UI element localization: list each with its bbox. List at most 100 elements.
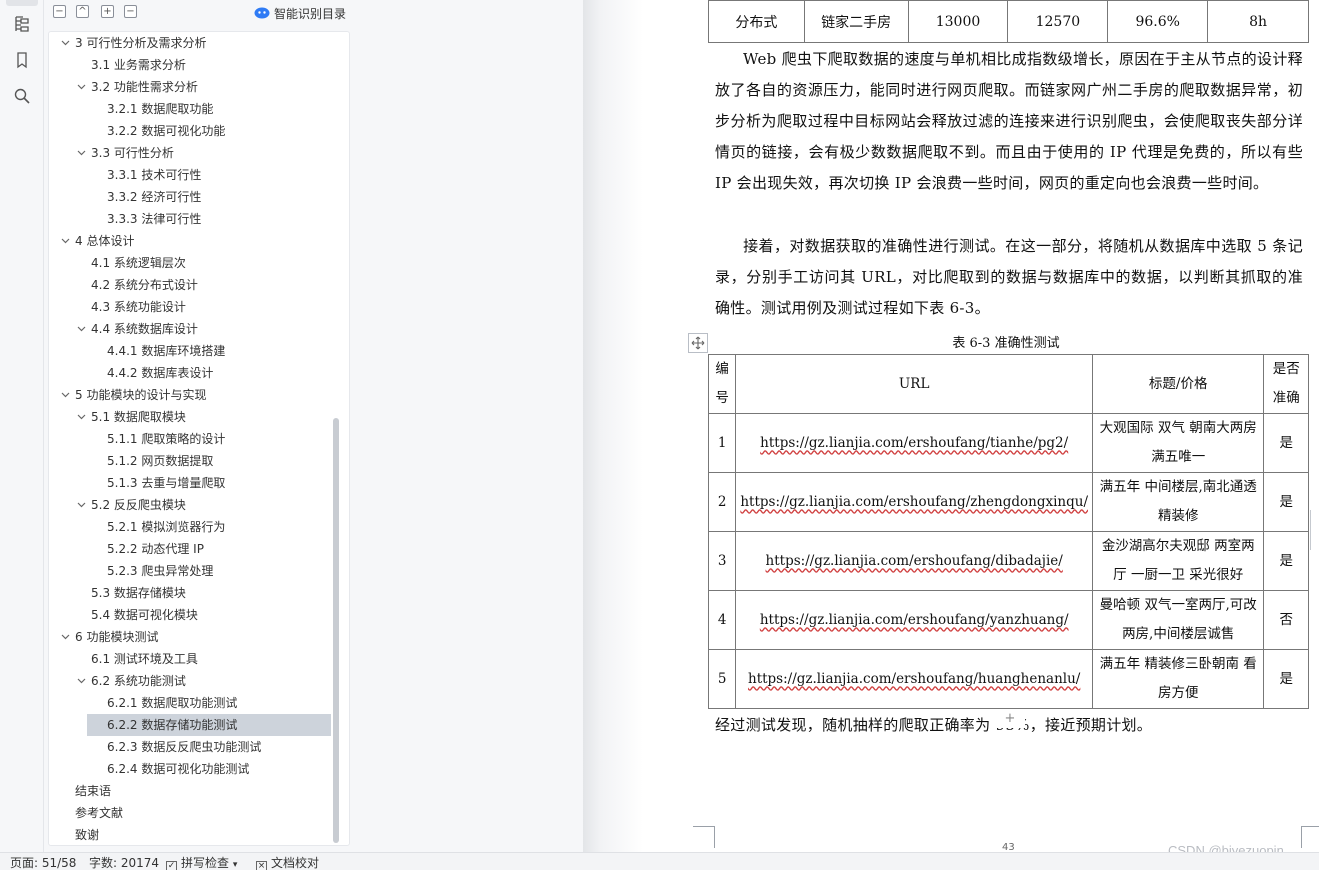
url-link[interactable]: https://gz.lianjia.com/ershoufang/dibada… bbox=[766, 553, 1063, 569]
toc-item[interactable]: 4.4.2 数据库表设计 bbox=[49, 362, 349, 384]
outline-icon[interactable] bbox=[9, 11, 35, 37]
toc-item[interactable]: 6.2.1 数据爬取功能测试 bbox=[49, 692, 349, 714]
table-cell[interactable]: 曼哈顿 双气一室两厅,可改两房,中间楼层诚售 bbox=[1091, 590, 1265, 650]
toc-item[interactable]: 5.2 反反爬虫模块 bbox=[49, 494, 349, 516]
doc-proof-button[interactable]: × 文档校对 bbox=[256, 855, 319, 870]
chevron-down-icon[interactable] bbox=[75, 318, 87, 340]
body-paragraph[interactable]: Web 爬虫下爬取数据的速度与单机相比成指数级增长，原因在于主从节点的设计释放了… bbox=[715, 44, 1303, 199]
toc-item[interactable]: 5.1 数据爬取模块 bbox=[49, 406, 349, 428]
toc-item[interactable]: 3.2.2 数据可视化功能 bbox=[49, 120, 349, 142]
toc-item[interactable]: 4 总体设计 bbox=[49, 230, 349, 252]
table-cell[interactable]: 13000 bbox=[907, 0, 1009, 43]
table-cell[interactable]: 96.6% bbox=[1107, 0, 1209, 43]
toc-item[interactable]: 致谢 bbox=[49, 824, 349, 845]
page-counter[interactable]: 页面: 51/58 bbox=[10, 855, 76, 870]
toc-item[interactable]: 3 可行性分析及需求分析 bbox=[49, 32, 349, 54]
table-move-handle[interactable] bbox=[688, 333, 708, 353]
table-cell[interactable]: 8h bbox=[1207, 0, 1309, 43]
url-link[interactable]: https://gz.lianjia.com/ershoufang/yanzhu… bbox=[760, 612, 1069, 628]
table-cell[interactable]: 是 bbox=[1263, 472, 1309, 532]
table-cell[interactable]: https://gz.lianjia.com/ershoufang/huangh… bbox=[735, 649, 1093, 709]
chevron-down-icon[interactable] bbox=[59, 626, 71, 648]
table-cell[interactable]: 3 bbox=[707, 531, 737, 591]
toc-scrollbar[interactable] bbox=[333, 418, 339, 843]
toc-item[interactable]: 5.4 数据可视化模块 bbox=[49, 604, 349, 626]
toc-item[interactable]: 3.2.1 数据爬取功能 bbox=[49, 98, 349, 120]
expand-up-button[interactable]: ^ bbox=[76, 5, 89, 18]
toc-item[interactable]: 6.2.3 数据反反爬虫功能测试 bbox=[49, 736, 349, 758]
table-cell[interactable]: 满五年 精装修三卧朝南 看房方便 bbox=[1091, 649, 1265, 709]
table-cell[interactable]: https://gz.lianjia.com/ershoufang/tianhe… bbox=[735, 413, 1093, 473]
table-cell[interactable]: 是 bbox=[1263, 649, 1309, 709]
toc-item[interactable]: 5.1.3 去重与增量爬取 bbox=[49, 472, 349, 494]
smart-toc-button[interactable]: 智能识别目录 bbox=[254, 4, 346, 22]
chevron-down-icon[interactable] bbox=[59, 230, 71, 252]
table-cell[interactable]: 链家二手房 bbox=[803, 0, 909, 43]
body-paragraph[interactable]: 接着，对数据获取的准确性进行测试。在这一部分，将随机从数据库中选取 5 条记录，… bbox=[715, 231, 1303, 324]
search-icon[interactable] bbox=[9, 83, 35, 109]
url-link[interactable]: https://gz.lianjia.com/ershoufang/zhengd… bbox=[740, 494, 1088, 510]
table-cell[interactable]: 2 bbox=[707, 472, 737, 532]
table-cell[interactable]: 大观国际 双气 朝南大两房 满五唯一 bbox=[1091, 413, 1265, 473]
table-cell[interactable]: 是 bbox=[1263, 531, 1309, 591]
right-edge-handle[interactable] bbox=[1310, 510, 1319, 550]
table-cell[interactable]: 12570 bbox=[1007, 0, 1109, 43]
header-cell[interactable]: 是否准确 bbox=[1263, 354, 1309, 414]
toc-item[interactable]: 6.2.4 数据可视化功能测试 bbox=[49, 758, 349, 780]
chevron-down-icon[interactable] bbox=[75, 494, 87, 516]
toc-item[interactable]: 4.4 系统数据库设计 bbox=[49, 318, 349, 340]
toc-item[interactable]: 3.1 业务需求分析 bbox=[49, 54, 349, 76]
toc-item[interactable]: 5.1.1 爬取策略的设计 bbox=[49, 428, 349, 450]
table-cell[interactable]: 金沙湖高尔夫观邸 两室两厅 一厨一卫 采光很好 bbox=[1091, 531, 1265, 591]
toc-item[interactable]: 6.2.2 数据存储功能测试 bbox=[87, 714, 331, 736]
toc-item[interactable]: 4.2 系统分布式设计 bbox=[49, 274, 349, 296]
add-heading-button[interactable]: + bbox=[101, 5, 114, 18]
toc-item[interactable]: 4.3 系统功能设计 bbox=[49, 296, 349, 318]
toc-item[interactable]: 3.2 功能性需求分析 bbox=[49, 76, 349, 98]
bookmark-icon[interactable] bbox=[9, 47, 35, 73]
header-cell[interactable]: 标题/价格 bbox=[1091, 354, 1265, 414]
toc-item[interactable]: 3.3.1 技术可行性 bbox=[49, 164, 349, 186]
word-count[interactable]: 字数: 20174 bbox=[89, 855, 159, 870]
table-cell[interactable]: 5 bbox=[707, 649, 737, 709]
chevron-down-icon[interactable] bbox=[59, 384, 71, 406]
chevron-down-icon[interactable] bbox=[59, 32, 71, 54]
chevron-down-icon[interactable] bbox=[75, 142, 87, 164]
toc-item[interactable]: 5.1.2 网页数据提取 bbox=[49, 450, 349, 472]
toc-item[interactable]: 5.3 数据存储模块 bbox=[49, 582, 349, 604]
chevron-down-icon[interactable] bbox=[75, 670, 87, 692]
url-link[interactable]: https://gz.lianjia.com/ershoufang/huangh… bbox=[748, 671, 1080, 687]
chevron-down-icon[interactable] bbox=[75, 406, 87, 428]
table-cell[interactable]: 分布式 bbox=[708, 0, 805, 43]
toc-item[interactable]: 结束语 bbox=[49, 780, 349, 802]
toc-item[interactable]: 6.1 测试环境及工具 bbox=[49, 648, 349, 670]
table-cell[interactable]: 1 bbox=[707, 413, 737, 473]
header-cell[interactable]: 编号 bbox=[707, 354, 737, 414]
toc-item[interactable]: 5.2.2 动态代理 IP bbox=[49, 538, 349, 560]
toc-item[interactable]: 5.2.1 模拟浏览器行为 bbox=[49, 516, 349, 538]
remove-heading-button[interactable]: − bbox=[124, 5, 137, 18]
toc-item[interactable]: 4.4.1 数据库环境搭建 bbox=[49, 340, 349, 362]
collapse-all-button[interactable]: − bbox=[53, 5, 66, 18]
toc-item[interactable]: 6.2 系统功能测试 bbox=[49, 670, 349, 692]
toc-item[interactable]: 3.3.2 经济可行性 bbox=[49, 186, 349, 208]
toc-item[interactable]: 3.3.3 法律可行性 bbox=[49, 208, 349, 230]
toc-item[interactable]: 6 功能模块测试 bbox=[49, 626, 349, 648]
url-link[interactable]: https://gz.lianjia.com/ershoufang/tianhe… bbox=[760, 435, 1068, 451]
chevron-down-icon[interactable] bbox=[75, 76, 87, 98]
table-cell[interactable]: https://gz.lianjia.com/ershoufang/zhengd… bbox=[735, 472, 1093, 532]
table-cell[interactable]: https://gz.lianjia.com/ershoufang/dibada… bbox=[735, 531, 1093, 591]
table-cell[interactable]: 否 bbox=[1263, 590, 1309, 650]
toc-item[interactable]: 5 功能模块的设计与实现 bbox=[49, 384, 349, 406]
spell-check-button[interactable]: ✓ 拼写检查 ▾ bbox=[166, 855, 237, 870]
toc-item[interactable]: 4.1 系统逻辑层次 bbox=[49, 252, 349, 274]
toc-item[interactable]: 3.3 可行性分析 bbox=[49, 142, 349, 164]
table-cell[interactable]: 4 bbox=[707, 590, 737, 650]
table-cell[interactable]: 满五年 中间楼层,南北通透 精装修 bbox=[1091, 472, 1265, 532]
add-row-button[interactable]: + bbox=[995, 712, 1025, 728]
header-cell[interactable]: URL bbox=[735, 354, 1093, 414]
table-cell[interactable]: 是 bbox=[1263, 413, 1309, 473]
result-paragraph[interactable]: 经过测试发现，随机抽样的爬取正确率为 95%，接近预期计划。 bbox=[715, 714, 1152, 735]
table-cell[interactable]: https://gz.lianjia.com/ershoufang/yanzhu… bbox=[735, 590, 1093, 650]
toc-item[interactable]: 5.2.3 爬虫异常处理 bbox=[49, 560, 349, 582]
